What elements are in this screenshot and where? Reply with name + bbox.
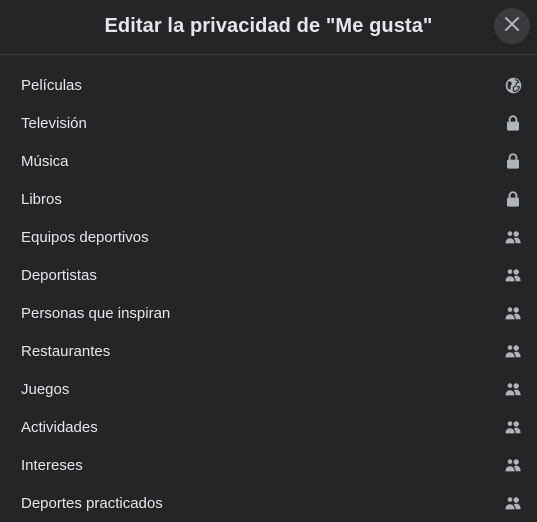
list-item-label: Equipos deportivos <box>21 228 149 246</box>
list-item-personas-que-inspiran[interactable]: Personas que inspiran <box>0 294 537 332</box>
friends-icon[interactable] <box>504 342 522 360</box>
friends-icon[interactable] <box>504 418 522 436</box>
friends-icon[interactable] <box>504 228 522 246</box>
list-item-juegos[interactable]: Juegos <box>0 370 537 408</box>
list-item-label: Música <box>21 152 69 170</box>
list-item-musica[interactable]: Música <box>0 142 537 180</box>
close-icon <box>504 16 520 37</box>
friends-icon[interactable] <box>504 494 522 512</box>
friends-icon[interactable] <box>504 456 522 474</box>
list-item-television[interactable]: Televisión <box>0 104 537 142</box>
list-item-label: Televisión <box>21 114 87 132</box>
list-item-label: Actividades <box>21 418 98 436</box>
list-item-label: Personas que inspiran <box>21 304 171 322</box>
friends-icon[interactable] <box>504 304 522 322</box>
friends-icon[interactable] <box>504 266 522 284</box>
list-item-label: Juegos <box>21 380 70 398</box>
list-item-deportistas[interactable]: Deportistas <box>0 256 537 294</box>
list-item-label: Restaurantes <box>21 342 111 360</box>
privacy-dialog: Editar la privacidad de "Me gusta" Pelíc… <box>0 0 537 520</box>
lock-icon[interactable] <box>504 190 522 208</box>
close-button[interactable] <box>494 8 530 44</box>
list-item-peliculas[interactable]: Películas <box>0 66 537 104</box>
privacy-category-list: Películas Televisión Música Libros Equip… <box>0 66 537 522</box>
list-item-label: Deportes practicados <box>21 494 163 512</box>
lock-icon[interactable] <box>504 114 522 132</box>
list-item-label: Libros <box>21 190 62 208</box>
list-item-intereses[interactable]: Intereses <box>0 446 537 484</box>
list-item-libros[interactable]: Libros <box>0 180 537 218</box>
dialog-title: Editar la privacidad de "Me gusta" <box>104 15 433 37</box>
list-item-equipos-deportivos[interactable]: Equipos deportivos <box>0 218 537 256</box>
lock-icon[interactable] <box>504 152 522 170</box>
globe-icon[interactable] <box>504 76 522 94</box>
dialog-header: Editar la privacidad de "Me gusta" <box>0 0 537 55</box>
list-item-label: Intereses <box>21 456 83 474</box>
list-item-label: Deportistas <box>21 266 97 284</box>
list-item-deportes-practicados[interactable]: Deportes practicados <box>0 484 537 522</box>
list-item-label: Películas <box>21 76 82 94</box>
friends-icon[interactable] <box>504 380 522 398</box>
list-item-actividades[interactable]: Actividades <box>0 408 537 446</box>
list-item-restaurantes[interactable]: Restaurantes <box>0 332 537 370</box>
